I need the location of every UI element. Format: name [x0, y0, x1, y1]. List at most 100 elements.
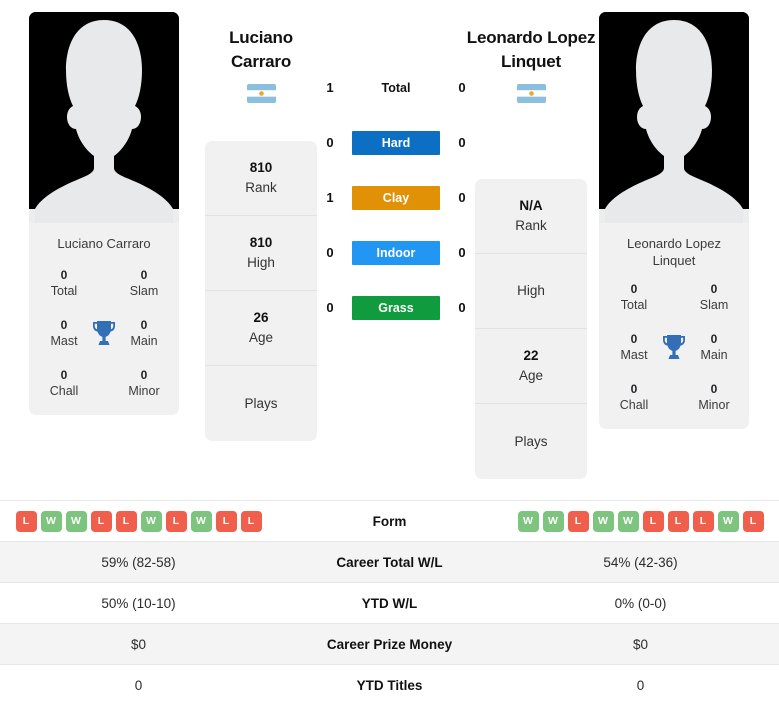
surface-row-grass: 0 Grass 0	[320, 280, 472, 335]
right-player-card[interactable]: Leonardo Lopez Linquet 0 Total 0 Slam 0	[599, 12, 749, 429]
right-player-titles-grid: 0 Total 0 Slam 0 Mast 0 Main 0 Chall 0 M…	[599, 279, 749, 429]
table-row-ytd-titles: 0 YTD Titles 0	[0, 664, 779, 705]
left-info-rank: 810 Rank	[205, 141, 317, 216]
right-card-name-line2: Linquet	[652, 253, 696, 268]
surface-indoor-bar[interactable]: Indoor	[352, 240, 440, 265]
value: 0	[710, 332, 718, 346]
row-label-career-total-wl: Career Total W/L	[336, 554, 443, 570]
surface-hard-right-score: 0	[458, 135, 466, 150]
right-titles-minor: 0 Minor	[698, 381, 729, 413]
form-badge-w: W	[717, 510, 739, 532]
right-ytd-titles: 0	[636, 677, 645, 693]
player-silhouette-icon	[599, 12, 749, 223]
label: Age	[248, 330, 274, 345]
form-badge-l: L	[692, 510, 714, 532]
surface-clay-bar[interactable]: Clay	[352, 185, 440, 210]
form-badge-l: L	[667, 510, 689, 532]
left-ytd-wl: 50% (10-10)	[101, 595, 176, 611]
left-player-titles-grid: 0 Total 0 Slam 0 Mast 0 Main 0 Chall 0 M…	[29, 265, 179, 415]
table-row-career-prize-money: $0 Career Prize Money $0	[0, 623, 779, 664]
left-player-card[interactable]: Luciano Carraro 0 Total 0 Slam 0 Mast 0 …	[29, 12, 179, 415]
surface-clay-left-score: 1	[326, 190, 334, 205]
label: Slam	[129, 284, 159, 298]
form-badge-w: W	[140, 510, 162, 532]
label: Chall	[619, 398, 649, 412]
label: Rank	[515, 218, 547, 233]
form-badge-l: L	[240, 510, 262, 532]
label: Mast	[620, 348, 648, 362]
label: Total	[50, 284, 78, 298]
value: 0	[60, 318, 68, 332]
left-info-high: 810 High	[205, 216, 317, 291]
right-player-name-line1: Leonardo Lopez	[466, 28, 596, 47]
left-titles-main: 0 Main	[130, 317, 157, 349]
value: 0	[630, 282, 638, 296]
value: 0	[60, 268, 68, 282]
form-badge-w: W	[40, 510, 62, 532]
label: Rank	[245, 180, 277, 195]
label: Total	[620, 298, 648, 312]
left-player-name-line2: Carraro	[230, 52, 292, 71]
left-player-photo	[29, 12, 179, 223]
form-badge-l: L	[90, 510, 112, 532]
left-ytd-titles: 0	[134, 677, 143, 693]
surface-total-left-score: 1	[326, 80, 334, 95]
surface-grass-right-score: 0	[458, 300, 466, 315]
form-badge-w: W	[65, 510, 87, 532]
table-row-career-total-wl: 59% (82-58) Career Total W/L 54% (42-36)	[0, 541, 779, 582]
surface-total-right-score: 0	[458, 80, 466, 95]
value: 22	[523, 348, 539, 363]
trophy-icon	[93, 321, 115, 345]
label: Main	[700, 348, 728, 362]
surface-grass-left-score: 0	[326, 300, 334, 315]
right-titles-slam: 0 Slam	[700, 281, 728, 313]
form-badge-w: W	[517, 510, 539, 532]
surface-total-label: Total	[381, 80, 411, 95]
value: 0	[630, 332, 638, 346]
surface-row-clay: 1 Clay 0	[320, 170, 472, 225]
label: High	[517, 283, 545, 298]
table-row-form: LWWLLWLWLL Form WWLWWLLLWL	[0, 500, 779, 541]
right-titles-mast: 0 Mast	[620, 331, 647, 363]
label: Minor	[698, 398, 730, 412]
right-info-plays: Plays	[475, 404, 587, 479]
label: Plays	[514, 433, 548, 449]
comparison-top-area: Luciano Carraro 0 Total 0 Slam 0 Mast 0 …	[0, 0, 779, 500]
right-titles-main: 0 Main	[700, 331, 727, 363]
value: 0	[710, 282, 718, 296]
player-silhouette-icon	[29, 12, 179, 223]
label: Age	[518, 368, 544, 383]
surface-hard-bar[interactable]: Hard	[352, 130, 440, 155]
right-player-name: Leonardo Lopez Linquet	[466, 26, 596, 74]
form-badge-l: L	[165, 510, 187, 532]
comparison-stats-table: LWWLLWLWLL Form WWLWWLLLWL 59% (82-58) C…	[0, 500, 779, 705]
value: 810	[249, 160, 273, 175]
left-player-card-name: Luciano Carraro	[57, 236, 151, 251]
value: 0	[710, 382, 718, 396]
form-badge-w: W	[190, 510, 212, 532]
left-player-name: Luciano Carraro	[229, 26, 293, 74]
surface-hard-left-score: 0	[326, 135, 334, 150]
label: Minor	[128, 384, 160, 398]
form-badge-l: L	[742, 510, 764, 532]
surface-grass-bar[interactable]: Grass	[352, 295, 440, 320]
surface-row-total: 1 Total 0	[320, 60, 472, 115]
right-career-total-wl: 54% (42-36)	[603, 554, 678, 570]
surface-indoor-right-score: 0	[458, 245, 466, 260]
label: Slam	[699, 298, 729, 312]
argentina-flag-icon	[246, 84, 276, 103]
left-titles-slam: 0 Slam	[130, 267, 158, 299]
left-info-age: 26 Age	[205, 291, 317, 366]
left-form-badges: LWWLLWLWLL	[15, 510, 262, 532]
right-career-prize-money: $0	[632, 636, 649, 652]
left-career-total-wl: 59% (82-58)	[101, 554, 176, 570]
left-player-info-column: Luciano Carraro 810 Rank 810 High 26 Age…	[202, 26, 320, 441]
value: N/A	[519, 198, 543, 213]
left-player-info-box: 810 Rank 810 High 26 Age Plays	[205, 141, 317, 441]
row-label-career-prize-money: Career Prize Money	[326, 636, 453, 652]
value: 26	[253, 310, 269, 325]
row-label-form: Form	[372, 513, 407, 529]
trophy-icon	[663, 335, 685, 359]
form-badge-l: L	[15, 510, 37, 532]
label: Mast	[50, 334, 78, 348]
